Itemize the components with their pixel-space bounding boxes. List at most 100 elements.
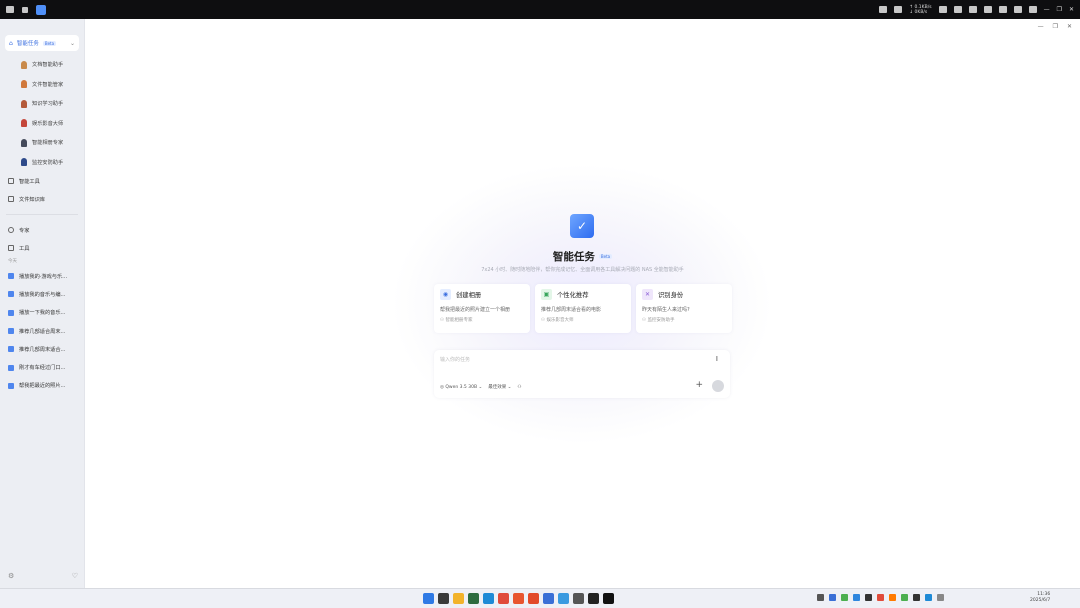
minimize-icon[interactable]: —: [1038, 23, 1044, 30]
model-label: Qwen 3.5 30B: [445, 384, 478, 390]
history-chat-item[interactable]: 播放我的音乐与编...: [0, 285, 84, 303]
history-chat-item[interactable]: 播放一下我的音乐...: [0, 304, 84, 322]
minimize-icon[interactable]: —: [1044, 6, 1050, 13]
monitor-icon[interactable]: [983, 6, 992, 13]
chat-icon: [8, 291, 14, 298]
tray-icon[interactable]: [817, 594, 824, 601]
sidebar-divider: [6, 214, 78, 215]
tray-icon[interactable]: [889, 594, 896, 601]
agent-label: 娱乐影音大师: [32, 120, 64, 127]
taskbar-app-icon[interactable]: [603, 593, 614, 604]
title-beta-badge: Beta: [598, 254, 613, 259]
tray-icon[interactable]: [937, 594, 944, 601]
tray-icon[interactable]: [853, 594, 860, 601]
sidebar-agent-item[interactable]: 文档智能助手: [0, 55, 84, 75]
sidebar-item-smart-tools[interactable]: 智能工具: [0, 172, 84, 190]
history-chat-item[interactable]: 推荐几部周末适合...: [0, 340, 84, 358]
sidebar-footer: ⚙ ♡: [8, 572, 78, 580]
user-icon[interactable]: [1028, 6, 1037, 13]
smart-task-icon: ⌂: [9, 39, 13, 47]
sidebar-agent-item[interactable]: 知识学习助手: [0, 94, 84, 114]
app-icon[interactable]: [36, 4, 46, 15]
taskbar-app-icon[interactable]: [498, 593, 509, 604]
card-create-album[interactable]: ◉ 创建相册 帮我把最近的照片建立一个相册 ⚇ 智能相册专家: [434, 284, 530, 333]
wrench-icon: [8, 245, 14, 251]
taskbar-app-icon[interactable]: [438, 593, 449, 604]
sidebar-agent-item[interactable]: 智能相册专家: [0, 133, 84, 153]
beta-badge: Beta: [42, 40, 57, 46]
window-controls: — ❐ ✕: [1038, 23, 1072, 30]
person-icon[interactable]: ⚇: [517, 385, 521, 390]
model-select[interactable]: ◎ Qwen 3.5 30B ⌄: [440, 385, 482, 390]
chat-label: 推荐几部适合周末...: [19, 328, 66, 335]
tray-icon[interactable]: [865, 594, 872, 601]
chat-label: 帮我把最近的照片...: [19, 383, 66, 390]
agent-label: 智能相册专家: [32, 140, 64, 147]
taskbar-app-icon[interactable]: [468, 593, 479, 604]
restore-icon[interactable]: ❐: [1057, 6, 1062, 13]
clock[interactable]: 11:36 2025/6/7: [1030, 592, 1050, 604]
agent-avatar-icon: [21, 119, 27, 128]
bulb-icon[interactable]: ♡: [72, 572, 78, 580]
files-icon[interactable]: [953, 6, 962, 13]
sidebar-agent-item[interactable]: 文件智能管家: [0, 75, 84, 95]
taskbar-app-icon[interactable]: [483, 593, 494, 604]
history-section-label: 今天: [8, 259, 17, 264]
history-chat-item[interactable]: 帮我把最近的照片...: [0, 377, 84, 395]
sidebar-item-tools[interactable]: 工具: [0, 239, 84, 257]
notification-icon[interactable]: [998, 6, 1007, 13]
sidebar-item-experts[interactable]: 专家: [0, 221, 84, 239]
sidebar: ⌂ 智能任务 Beta ⌄ 文档智能助手 文件智能管家 知识学习助手 娱乐影音大师 智能…: [0, 19, 85, 588]
card-recommend[interactable]: ▣ 个性化推荐 推荐几部周末适合看的电影 ⚇ 娱乐影音大师: [535, 284, 631, 333]
identify-icon: ✕: [642, 289, 653, 300]
taskbar-app-icon[interactable]: [528, 593, 539, 604]
chat-input-box[interactable]: 输入你的任务 I ◎ Qwen 3.5 30B ⌄ 最佳效果 ⌄ ⚇ +: [434, 350, 730, 398]
home-icon[interactable]: [879, 6, 888, 13]
mode-select[interactable]: 最佳效果 ⌄: [488, 384, 511, 390]
chat-label: 播放一下我的音乐...: [19, 310, 66, 317]
smart-task-header[interactable]: ⌂ 智能任务 Beta ⌄: [5, 35, 79, 51]
tray-icon[interactable]: [841, 594, 848, 601]
tray-icon[interactable]: [925, 594, 932, 601]
tray-icon[interactable]: [829, 594, 836, 601]
card-identify[interactable]: ✕ 识别身份 昨天有陌生人来过吗? ⚇ 监控安防助手: [636, 284, 732, 333]
robot-icon[interactable]: [894, 6, 903, 13]
taskbar-app-icon[interactable]: [588, 593, 599, 604]
messages-icon[interactable]: [6, 6, 14, 13]
taskbar-app-icon[interactable]: [423, 593, 434, 604]
close-icon[interactable]: ✕: [1067, 23, 1072, 30]
taskbar-app-icon[interactable]: [513, 593, 524, 604]
app-window: ⌂ 智能任务 Beta ⌄ 文档智能助手 文件智能管家 知识学习助手 娱乐影音大师 智能…: [0, 19, 1080, 588]
history-chat-item[interactable]: 播放我的·游戏与乐...: [0, 267, 84, 285]
taskbar-app-icon[interactable]: [573, 593, 584, 604]
tray-icon[interactable]: [901, 594, 908, 601]
sidebar-item-file-kb[interactable]: 文件知识库: [0, 190, 84, 208]
sidebar-agent-item[interactable]: 监控安防助手: [0, 153, 84, 173]
card-title: 创建相册: [456, 292, 482, 299]
taskbar-app-icon[interactable]: [558, 593, 569, 604]
tray-icon[interactable]: [913, 594, 920, 601]
sidebar-agent-item[interactable]: 娱乐影音大师: [0, 114, 84, 134]
history-chat-item[interactable]: 推荐几部适合周末...: [0, 322, 84, 340]
taskbar-app-icon[interactable]: [453, 593, 464, 604]
tray-icon[interactable]: [877, 594, 884, 601]
restore-icon[interactable]: ❐: [1053, 23, 1058, 30]
cloud-icon[interactable]: [938, 6, 947, 13]
card-desc: 推荐几部周末适合看的电影: [541, 307, 602, 313]
close-icon[interactable]: ✕: [1069, 6, 1074, 13]
search-icon[interactable]: [1013, 6, 1022, 13]
book-icon: [8, 196, 14, 202]
history-chat-item[interactable]: 刚才有车经过门口...: [0, 358, 84, 376]
table-icon[interactable]: [968, 6, 977, 13]
send-button[interactable]: [712, 380, 724, 392]
taskbar-app-icon[interactable]: [543, 593, 554, 604]
grid-icon[interactable]: [22, 6, 28, 13]
chat-label: 推荐几部周末适合...: [19, 346, 66, 353]
chevron-down-icon[interactable]: ⌄: [70, 40, 75, 47]
add-icon[interactable]: +: [695, 380, 703, 390]
album-icon: ◉: [440, 289, 451, 300]
settings-icon[interactable]: ⚙: [8, 572, 14, 580]
task-input[interactable]: 输入你的任务: [440, 356, 470, 363]
clock-date: 2025/6/7: [1030, 598, 1051, 603]
agent-label: 知识学习助手: [32, 101, 64, 108]
